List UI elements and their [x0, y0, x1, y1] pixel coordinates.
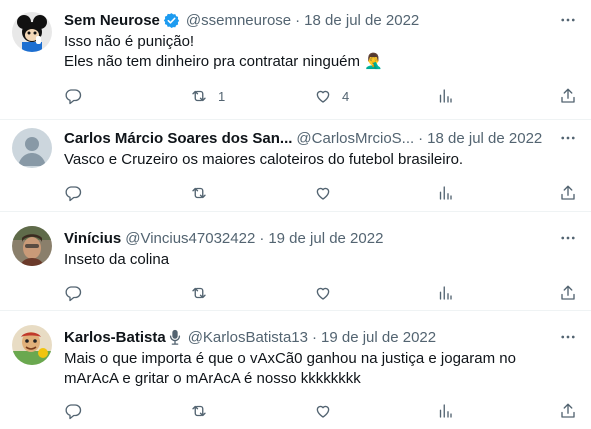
reply-icon [65, 404, 82, 420]
separator-dot: · [312, 328, 317, 346]
views-chart-icon [439, 89, 452, 103]
tweet-text: Isso não é punição! Eles não tem dinheir… [64, 33, 383, 70]
views-button[interactable] [436, 401, 454, 421]
like-count: 4 [342, 88, 350, 104]
tweet[interactable]: Carlos Márcio Soares dos San... @CarlosM… [0, 120, 591, 212]
heart-icon [316, 90, 330, 103]
share-button[interactable] [559, 183, 577, 203]
like-button[interactable] [314, 401, 342, 421]
avatar[interactable] [12, 12, 52, 52]
replies-feed: Sem Neurose @ssemneurose · 18 de jul de … [0, 0, 591, 429]
views-chart-icon [439, 186, 452, 200]
tweet-date[interactable]: 18 de jul de 2022 [304, 12, 419, 29]
retweet-count: 1 [218, 88, 226, 104]
separator-dot: · [259, 229, 265, 247]
author-handle[interactable]: @KarlosBatista13 [188, 329, 308, 346]
retweet-icon [192, 187, 206, 199]
retweet-button[interactable] [190, 283, 218, 303]
like-button[interactable] [314, 183, 342, 203]
more-options-icon[interactable] [559, 11, 577, 29]
author-handle[interactable]: @ssemneurose [186, 12, 291, 29]
views-chart-icon [439, 404, 452, 418]
share-icon [561, 88, 575, 103]
microphone-icon [168, 329, 182, 345]
share-button[interactable] [559, 86, 577, 106]
separator-dot: · [295, 11, 301, 29]
reply-icon [65, 186, 82, 202]
share-icon [561, 285, 575, 300]
retweet-icon [192, 287, 206, 299]
reply-button[interactable] [64, 183, 92, 203]
tweet-date[interactable]: 18 de jul de 2022 [427, 130, 542, 147]
author-name[interactable]: Vinícius [64, 230, 121, 247]
tweet[interactable]: Sem Neurose @ssemneurose · 18 de jul de … [0, 0, 591, 120]
retweet-icon [192, 405, 206, 417]
heart-icon [316, 405, 330, 418]
retweet-button[interactable] [190, 401, 218, 421]
tweet[interactable]: Karlos-Batista @KarlosBatista13 · 19 de … [0, 311, 591, 429]
views-button[interactable] [436, 183, 454, 203]
author-handle[interactable]: @Vincius47032422 [125, 230, 255, 247]
tweet-text: Inseto da colina [64, 251, 170, 268]
avatar[interactable] [12, 128, 52, 168]
author-name[interactable]: Carlos Márcio Soares dos San... [64, 130, 292, 147]
tweet-date[interactable]: 19 de jul de 2022 [321, 329, 436, 346]
tweet-date[interactable]: 19 de jul de 2022 [268, 230, 383, 247]
avatar-cartoon-image [12, 325, 52, 365]
views-chart-icon [439, 286, 452, 300]
avatar[interactable] [12, 325, 52, 365]
avatar-photo-image [12, 226, 52, 266]
like-button[interactable]: 4 [314, 86, 349, 106]
author-name[interactable]: Sem Neurose [64, 12, 160, 29]
tweet-text: Mais o que importa é que o vAxCã0 ganhou… [64, 350, 516, 387]
retweet-button[interactable] [190, 183, 218, 203]
reply-button[interactable] [64, 86, 92, 106]
more-options-icon[interactable] [559, 328, 577, 346]
tweet-text: Vasco e Cruzeiro os maiores caloteiros d… [64, 151, 464, 168]
default-profile-icon [12, 128, 52, 168]
reply-button[interactable] [64, 401, 92, 421]
views-button[interactable] [436, 86, 454, 106]
author-handle[interactable]: @CarlosMrcioS... [296, 130, 414, 147]
avatar[interactable] [12, 226, 52, 266]
avatar-cartoon-image [12, 12, 52, 52]
share-icon [561, 185, 575, 200]
reply-icon [65, 286, 82, 302]
reply-icon [65, 89, 82, 105]
heart-icon [316, 187, 330, 200]
retweet-button[interactable]: 1 [190, 86, 225, 106]
more-options-icon[interactable] [559, 229, 577, 247]
author-name[interactable]: Karlos-Batista [64, 329, 166, 346]
share-button[interactable] [559, 401, 577, 421]
share-button[interactable] [559, 283, 577, 303]
verified-badge-icon [163, 12, 180, 29]
tweet[interactable]: Vinícius @Vincius47032422 · 19 de jul de… [0, 212, 591, 311]
share-icon [561, 403, 575, 418]
retweet-icon [192, 90, 206, 102]
like-button[interactable] [314, 283, 342, 303]
more-options-icon[interactable] [559, 129, 577, 147]
heart-icon [316, 287, 330, 300]
views-button[interactable] [436, 283, 454, 303]
separator-dot: · [418, 129, 424, 147]
reply-button[interactable] [64, 283, 92, 303]
